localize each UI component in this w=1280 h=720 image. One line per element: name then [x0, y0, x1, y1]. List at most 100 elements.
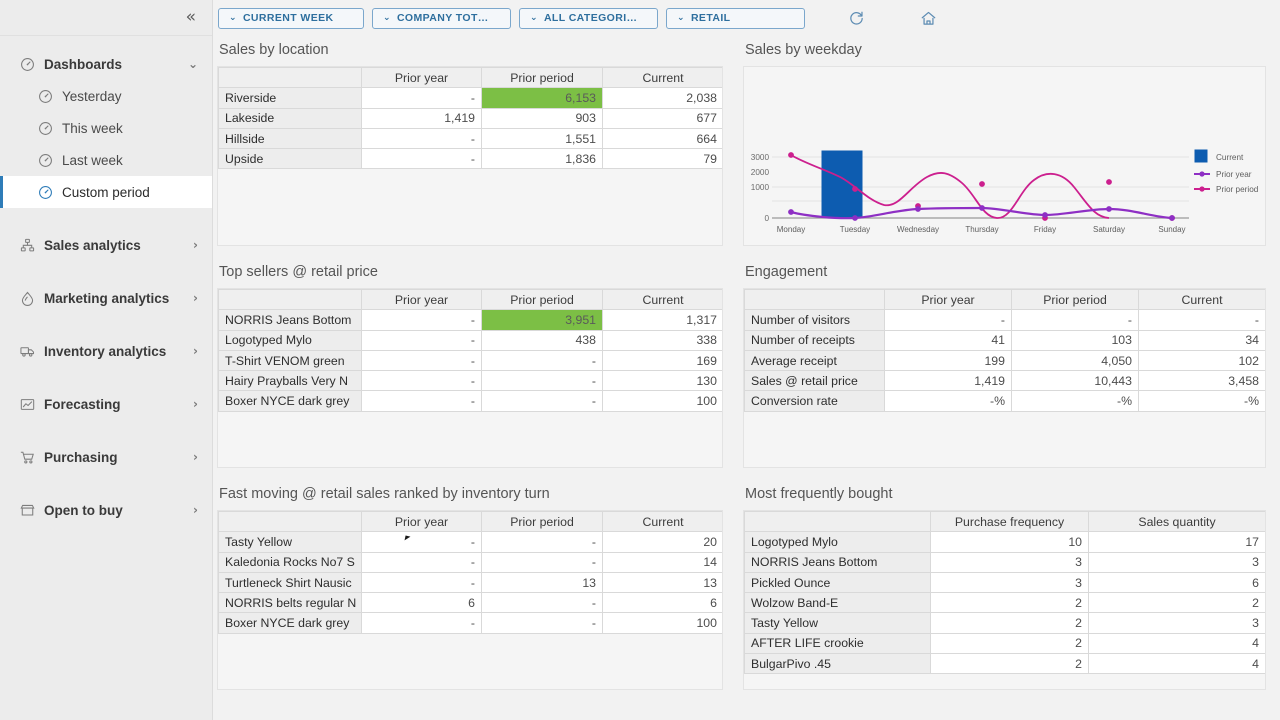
chevron-down-icon: ⌄ [530, 13, 538, 23]
widget-title: Fast moving @ retail sales ranked by inv… [219, 486, 550, 502]
col-header-blank[interactable] [218, 67, 362, 89]
legend-label-prior-period: Prior period [1216, 185, 1259, 194]
chevron-right-icon[interactable]: › [193, 503, 198, 517]
filter-period-dropdown[interactable]: ⌄ CURRENT WEEK [218, 7, 364, 29]
table-row[interactable]: Pickled Ounce 3 6 [744, 571, 1265, 594]
chevron-right-icon[interactable]: › [193, 450, 198, 464]
table-row[interactable]: Average receipt 199 4,050 102 [744, 349, 1265, 372]
table-row[interactable]: Upside - 1,836 79 [218, 148, 722, 170]
widget-sales-by-location: Sales by location Prior year Prior perio… [217, 42, 723, 264]
cell-prior-period: 438 [481, 329, 603, 351]
sales-by-weekday-chart[interactable]: 3000 2000 1000 0 Monday Tuesday Wednesda… [744, 67, 1265, 245]
table-row[interactable]: Hairy Prayballs Very N - - 130 [218, 370, 722, 392]
chevron-right-icon[interactable]: › [193, 291, 198, 305]
cell-prior-period: 6,153 [481, 87, 603, 109]
filter-company-dropdown[interactable]: ⌄ COMPANY TOT… [372, 7, 511, 29]
chevron-right-icon[interactable]: › [193, 344, 198, 358]
table-row[interactable]: Kaledonia Rocks No7 S - - 14 [218, 551, 722, 573]
table-row[interactable]: AFTER LIFE crookie 2 4 [744, 632, 1265, 655]
col-header-blank[interactable] [218, 289, 362, 311]
col-header-current[interactable]: Current [602, 67, 722, 89]
table-row[interactable]: Hillside - 1,551 664 [218, 127, 722, 150]
table-row[interactable]: Conversion rate -% -% -% [744, 390, 1265, 412]
col-header-blank[interactable] [744, 289, 885, 311]
table-row[interactable]: Boxer NYCE dark grey - - 100 [218, 390, 722, 412]
col-header-prior-year[interactable]: Prior year [361, 289, 482, 311]
most-frequently-bought-table: Purchase frequency Sales quantity Logoty… [744, 511, 1265, 675]
col-header-blank[interactable] [218, 511, 362, 533]
cell-current: 3,458 [1138, 370, 1265, 392]
collapse-sidebar-icon[interactable]: « [186, 9, 197, 26]
table-row[interactable]: NORRIS Jeans Bottom - 3,951 1,317 [218, 309, 722, 331]
sidebar-item-sales-analytics[interactable]: Sales analytics › [0, 229, 212, 261]
table-row[interactable]: Riverside - 6,153 2,038 [218, 87, 722, 109]
table-row[interactable]: Tasty Yellow 2 3 [744, 612, 1265, 634]
panel: Purchase frequency Sales quantity Logoty… [743, 510, 1266, 690]
table-row[interactable]: Number of receipts 41 103 34 [744, 329, 1265, 351]
cell-prior-period: - [481, 370, 603, 392]
table-row[interactable]: Turtleneck Shirt Nausic - 13 13 [218, 571, 722, 594]
table-row[interactable]: BulgarPivo .45 2 4 [744, 653, 1265, 675]
cell-prior-period: 4,050 [1011, 349, 1139, 372]
cell-prior-year: 1,419 [361, 107, 482, 129]
table-row[interactable]: NORRIS Jeans Bottom 3 3 [744, 551, 1265, 573]
chevron-right-icon[interactable]: › [193, 238, 198, 252]
sidebar-item-purchasing[interactable]: Purchasing › [0, 441, 212, 473]
refresh-button[interactable] [843, 5, 869, 31]
sidebar-item-open-to-buy[interactable]: Open to buy › [0, 494, 212, 526]
col-header-blank[interactable] [744, 511, 931, 533]
table-row[interactable]: Boxer NYCE dark grey - - 100 [218, 612, 722, 634]
filter-channel-dropdown[interactable]: ⌄ RETAIL [666, 7, 805, 29]
col-header-prior-year[interactable]: Prior year [884, 289, 1012, 311]
sidebar-item-this-week[interactable]: This week [0, 112, 212, 144]
table-row[interactable]: NORRIS belts regular N 6 - 6 [218, 592, 722, 614]
cell-prior-year: - [361, 87, 482, 109]
cell-prior-year: - [361, 127, 482, 150]
col-header-prior-period[interactable]: Prior period [481, 289, 603, 311]
table-row[interactable]: Logotyped Mylo 10 17 [744, 531, 1265, 553]
sidebar-item-inventory-analytics[interactable]: Inventory analytics › [0, 335, 212, 367]
home-button[interactable] [915, 5, 941, 31]
row-label: Average receipt [744, 349, 885, 372]
sidebar-item-last-week[interactable]: Last week [0, 144, 212, 176]
sidebar-item-custom-period[interactable]: Custom period [0, 176, 212, 208]
chevron-right-icon[interactable]: › [193, 397, 198, 411]
table-row[interactable]: T-Shirt VENOM green - - 169 [218, 349, 722, 372]
table-row[interactable]: Tasty Yellow - - 20 [218, 531, 722, 553]
table-row[interactable]: Wolzow Band-E 2 2 [744, 592, 1265, 614]
filter-category-dropdown[interactable]: ⌄ ALL CATEGORI… [519, 7, 658, 29]
col-header-prior-year[interactable]: Prior year [361, 67, 482, 89]
widget-title: Sales by location [219, 42, 329, 58]
app-root: « Dashboards ⌄ Yesterday This week Last … [0, 0, 1280, 720]
col-header-current[interactable]: Current [1138, 289, 1265, 311]
col-header-prior-year[interactable]: Prior year [361, 511, 482, 533]
table-row[interactable]: Lakeside 1,419 903 677 [218, 107, 722, 129]
chevron-down-icon[interactable]: ⌄ [188, 57, 198, 71]
mouse-cursor [404, 535, 411, 542]
col-header-prior-period[interactable]: Prior period [1011, 289, 1139, 311]
sidebar-item-forecasting[interactable]: Forecasting › [0, 388, 212, 420]
refresh-icon [848, 10, 865, 27]
sidebar-item-yesterday[interactable]: Yesterday [0, 80, 212, 112]
sidebar-group-label: Dashboards [44, 56, 123, 72]
col-header-current[interactable]: Current [602, 289, 722, 311]
table-row[interactable]: Number of visitors - - - [744, 309, 1265, 331]
sidebar-item-marketing-analytics[interactable]: Marketing analytics › [0, 282, 212, 314]
col-header-prior-period[interactable]: Prior period [481, 511, 603, 533]
col-header-current[interactable]: Current [602, 511, 722, 533]
table-row[interactable]: Sales @ retail price 1,419 10,443 3,458 [744, 370, 1265, 392]
chart-x-labels: Monday Tuesday Wednesday Thursday Friday… [777, 225, 1186, 234]
cell-prior-period: 3,951 [481, 309, 603, 331]
trend-chart-icon [20, 397, 35, 412]
col-header-purchase-frequency[interactable]: Purchase frequency [930, 511, 1089, 533]
cell-purchase-frequency: 2 [930, 612, 1089, 634]
sidebar-group-dashboards[interactable]: Dashboards ⌄ [0, 48, 212, 80]
col-header-sales-quantity[interactable]: Sales quantity [1088, 511, 1265, 533]
legend-label-prior-year: Prior year [1216, 170, 1252, 179]
table-row[interactable]: Logotyped Mylo - 438 338 [218, 329, 722, 351]
col-header-prior-period[interactable]: Prior period [481, 67, 603, 89]
cell-prior-year: - [361, 370, 482, 392]
